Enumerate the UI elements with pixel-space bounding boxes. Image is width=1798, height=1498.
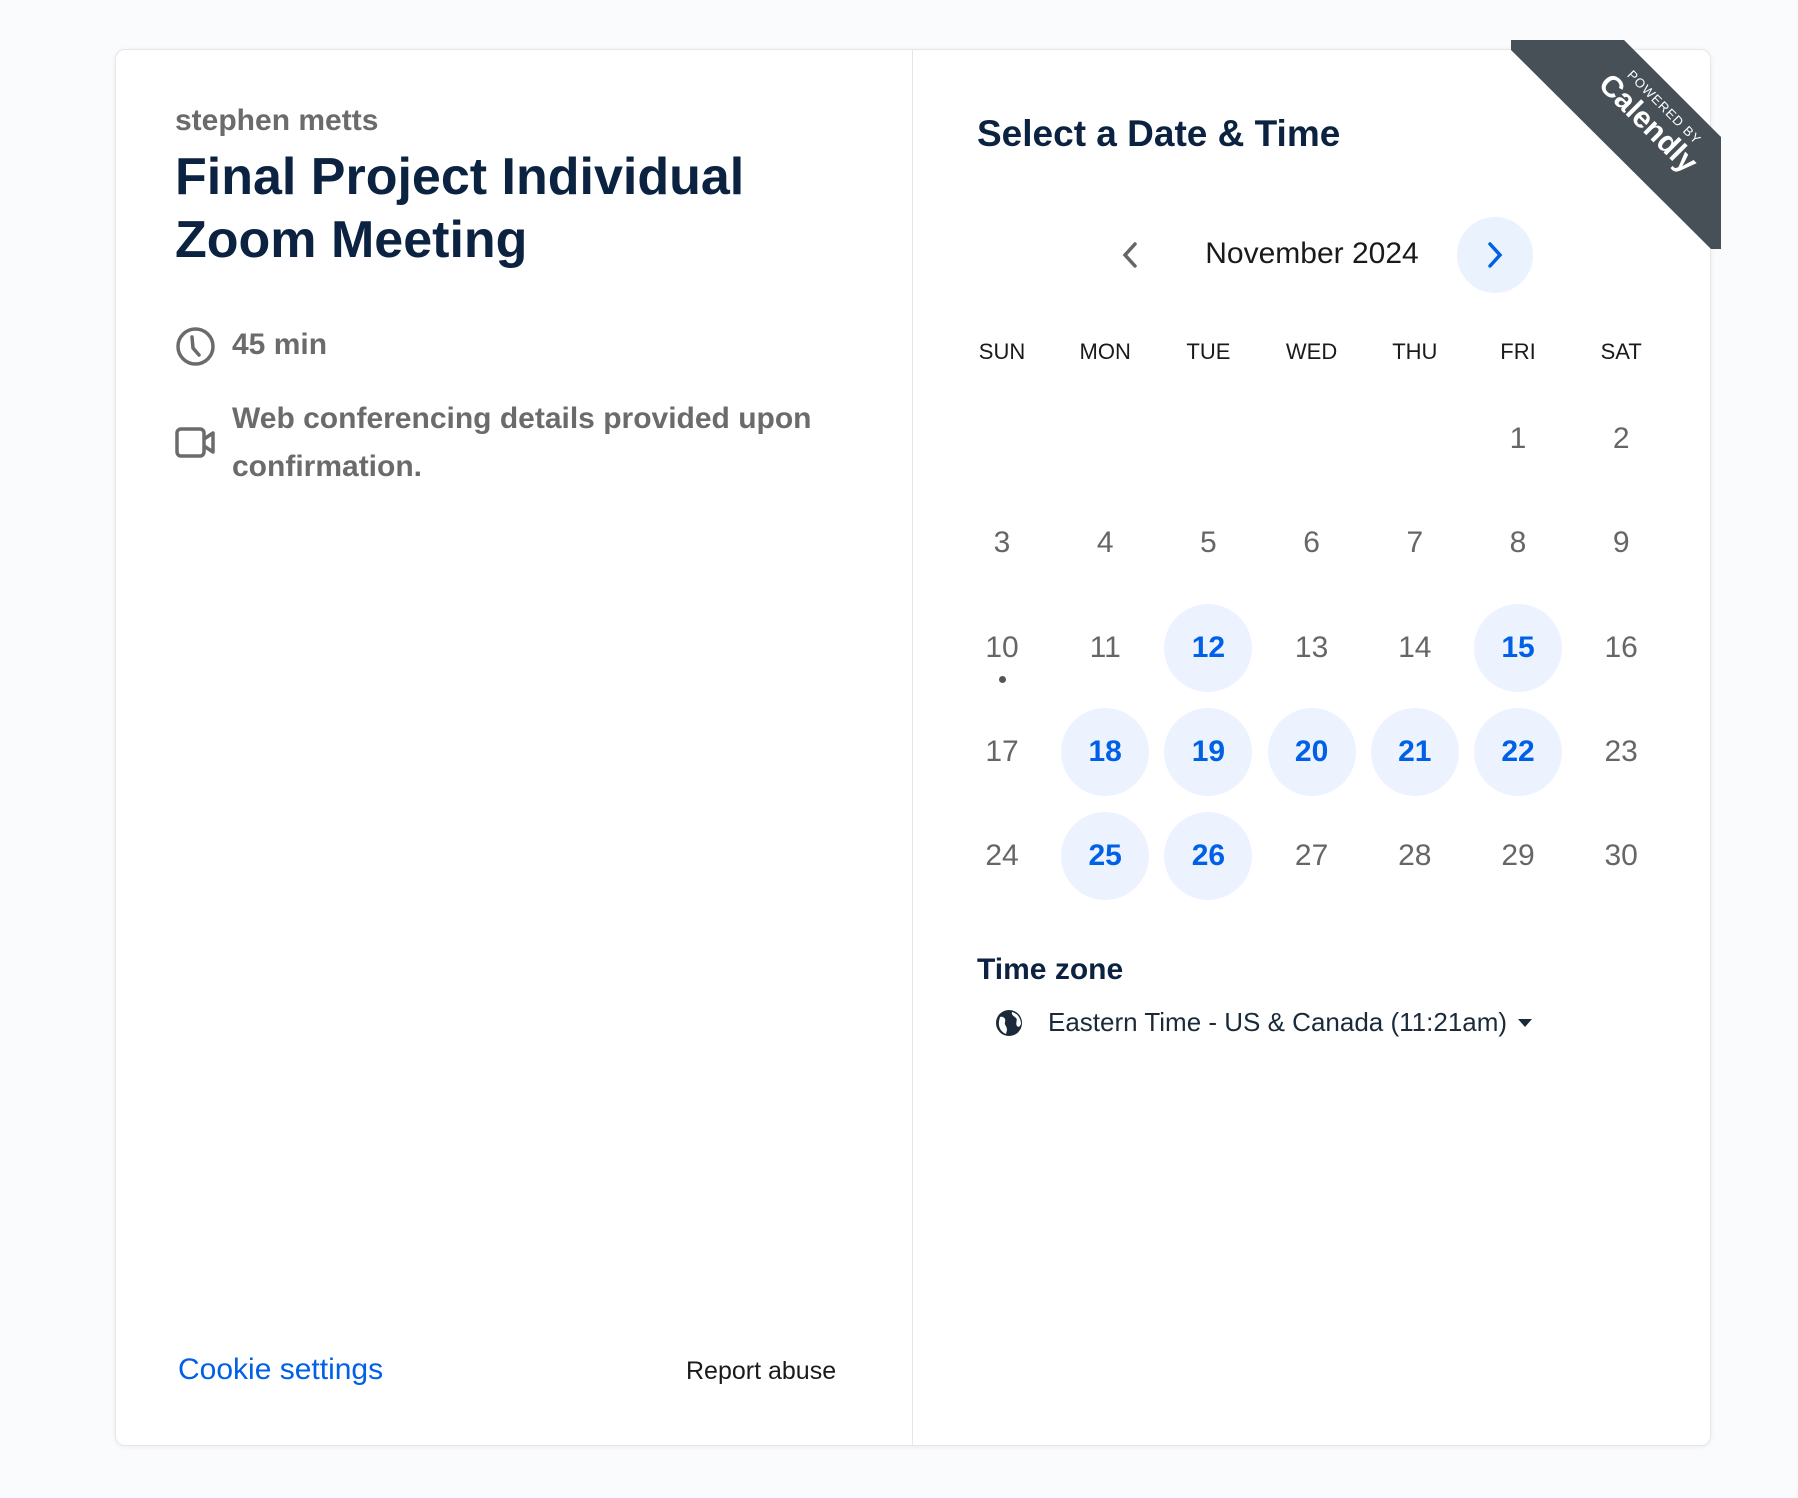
report-abuse-link[interactable]: Report abuse bbox=[686, 1357, 836, 1386]
day-number: 22 bbox=[1501, 734, 1535, 768]
day-number: 17 bbox=[985, 734, 1019, 768]
day-23: 23 bbox=[1577, 708, 1665, 796]
available-day-15[interactable]: 15 bbox=[1474, 603, 1562, 692]
day-number: 8 bbox=[1509, 526, 1527, 560]
chevron-left-icon bbox=[1122, 242, 1137, 268]
available-day-20[interactable]: 20 bbox=[1267, 707, 1356, 796]
day-17: 17 bbox=[958, 708, 1046, 796]
day-28: 28 bbox=[1371, 812, 1459, 900]
day-number: 24 bbox=[985, 839, 1019, 873]
available-day-22[interactable]: 22 bbox=[1474, 707, 1562, 796]
globe-icon bbox=[996, 1009, 1022, 1036]
available-day-19[interactable]: 19 bbox=[1164, 707, 1253, 796]
day-14: 14 bbox=[1371, 604, 1459, 692]
timezone-label: Time zone bbox=[977, 953, 1124, 986]
day-number: 27 bbox=[1294, 839, 1329, 873]
timezone-value: Eastern Time - US & Canada (11:21am) bbox=[1048, 1007, 1508, 1037]
day-number: 18 bbox=[1088, 734, 1122, 768]
day-number: 26 bbox=[1191, 839, 1226, 873]
event-title: Final Project Individual Zoom Meeting bbox=[175, 148, 745, 269]
day-3: 3 bbox=[958, 499, 1046, 587]
available-day-18[interactable]: 18 bbox=[1061, 707, 1150, 796]
day-number: 6 bbox=[1303, 526, 1320, 560]
day-16: 16 bbox=[1577, 604, 1665, 692]
available-day-21[interactable]: 21 bbox=[1370, 707, 1459, 796]
day-13: 13 bbox=[1268, 604, 1356, 692]
day-number: 4 bbox=[1096, 526, 1114, 560]
conferencing-details: Web conferencing details provided upon c… bbox=[232, 402, 812, 483]
weekday-wed: WED bbox=[1285, 339, 1338, 364]
day-number: 5 bbox=[1200, 526, 1217, 560]
day-number: 23 bbox=[1604, 734, 1638, 768]
current-month: November 2024 bbox=[1205, 237, 1419, 270]
chevron-right-icon bbox=[1488, 242, 1503, 268]
timezone-select[interactable]: Eastern Time - US & Canada (11:21am) bbox=[994, 1007, 1533, 1038]
organizer-name: stephen metts bbox=[175, 104, 379, 137]
weekday-tue: TUE bbox=[1186, 339, 1231, 364]
day-29: 29 bbox=[1474, 812, 1562, 900]
day-7: 7 bbox=[1371, 499, 1459, 587]
day-9: 9 bbox=[1577, 499, 1665, 587]
next-month-button[interactable] bbox=[1457, 217, 1533, 293]
weekday-mon: MON bbox=[1079, 339, 1131, 364]
day-30: 30 bbox=[1577, 812, 1665, 900]
day-number: 14 bbox=[1398, 630, 1432, 664]
panel-divider bbox=[912, 49, 913, 1446]
day-number: 19 bbox=[1191, 734, 1226, 768]
day-number: 10 bbox=[985, 630, 1019, 664]
day-number: 20 bbox=[1294, 734, 1329, 768]
day-number: 21 bbox=[1398, 734, 1432, 768]
day-2: 2 bbox=[1577, 395, 1665, 483]
scheduler-heading: Select a Date & Time bbox=[977, 113, 1341, 154]
day-6: 6 bbox=[1268, 499, 1356, 587]
available-day-26[interactable]: 26 bbox=[1164, 812, 1253, 901]
today-indicator bbox=[998, 675, 1006, 683]
available-day-12[interactable]: 12 bbox=[1164, 603, 1253, 692]
clock-icon bbox=[176, 327, 215, 366]
weekday-sat: SAT bbox=[1600, 339, 1642, 364]
day-11: 11 bbox=[1061, 604, 1149, 692]
day-number: 2 bbox=[1612, 422, 1630, 455]
day-number: 28 bbox=[1398, 839, 1432, 873]
day-number: 25 bbox=[1088, 839, 1122, 873]
cookie-settings-link[interactable]: Cookie settings bbox=[178, 1353, 383, 1387]
day-24: 24 bbox=[958, 812, 1046, 900]
available-day-25[interactable]: 25 bbox=[1061, 812, 1150, 901]
day-4: 4 bbox=[1061, 499, 1149, 587]
day-number: 29 bbox=[1501, 839, 1535, 873]
weekday-fri: FRI bbox=[1500, 339, 1536, 364]
day-number: 9 bbox=[1612, 526, 1630, 560]
day-1: 1 bbox=[1474, 395, 1562, 483]
day-10: 10 bbox=[958, 604, 1046, 692]
day-number: 30 bbox=[1604, 839, 1638, 873]
day-number: 11 bbox=[1089, 630, 1121, 664]
day-number: 12 bbox=[1191, 630, 1226, 664]
day-number: 15 bbox=[1501, 630, 1535, 664]
day-number: 1 bbox=[1509, 422, 1527, 455]
caret-down-icon bbox=[1518, 1018, 1533, 1027]
weekday-sun: SUN bbox=[978, 339, 1026, 364]
day-8: 8 bbox=[1474, 499, 1562, 587]
day-number: 7 bbox=[1406, 526, 1424, 560]
weekday-thu: THU bbox=[1392, 339, 1438, 364]
day-number: 3 bbox=[993, 526, 1011, 560]
day-number: 16 bbox=[1604, 630, 1638, 664]
video-camera-icon bbox=[175, 427, 215, 458]
event-duration: 45 min bbox=[232, 328, 328, 361]
day-27: 27 bbox=[1268, 812, 1356, 900]
day-number: 13 bbox=[1294, 630, 1329, 664]
